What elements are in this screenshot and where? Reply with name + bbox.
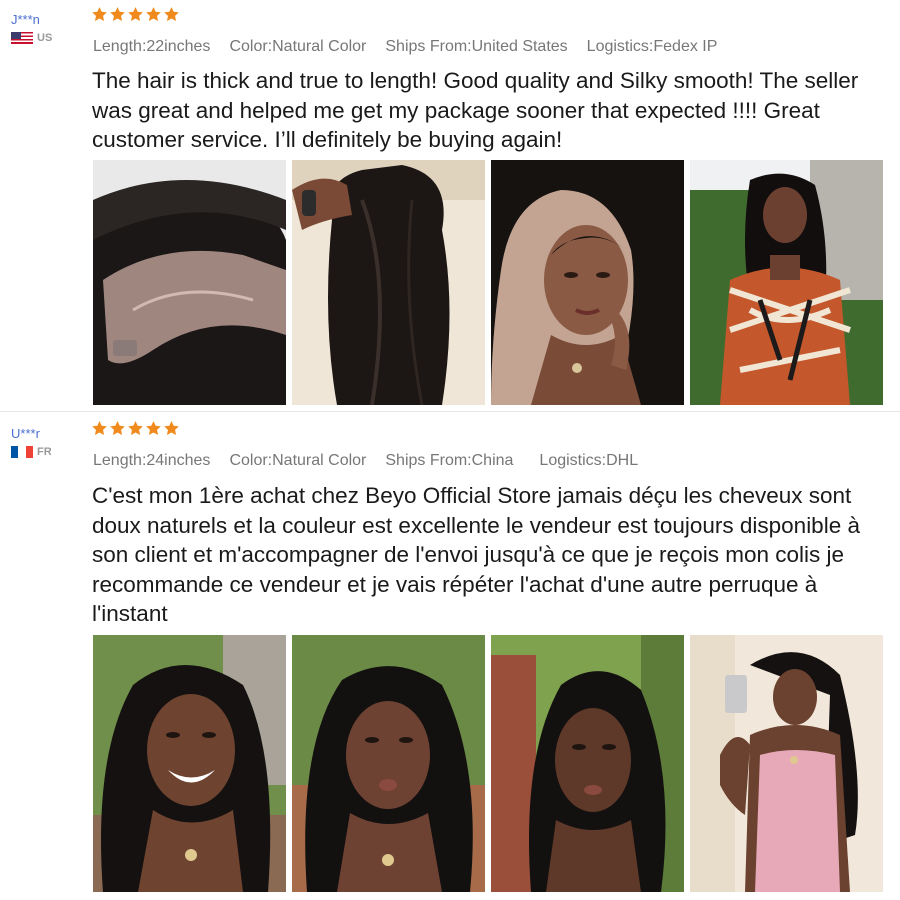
star-icon [109, 6, 126, 23]
star-icon [91, 6, 108, 23]
star-icon [109, 420, 126, 437]
reviewer-info: U***r FR [11, 426, 81, 458]
attr-color: Color:Natural Color [229, 452, 367, 469]
review-photos [93, 635, 883, 892]
star-icon [127, 6, 144, 23]
attr-length: Length:22inches [93, 38, 211, 55]
star-icon [127, 420, 144, 437]
star-rating [91, 420, 180, 437]
attr-color: Color:Natural Color [229, 38, 367, 55]
star-icon [91, 420, 108, 437]
product-attributes: Length:22inches Color:Natural Color Ship… [93, 38, 736, 56]
review-photos [93, 160, 883, 405]
star-icon [145, 6, 162, 23]
reviewer-info: J***n US [11, 12, 81, 44]
attr-ships-from: Ships From:United States [385, 38, 568, 55]
woman-smiling-photo[interactable] [93, 635, 286, 892]
attr-logistics: Logistics:DHL [539, 452, 639, 469]
reviewer-name: U***r [11, 426, 40, 441]
wig-lace-closeup-photo[interactable] [93, 160, 286, 405]
review-text: The hair is thick and true to length! Go… [92, 68, 859, 152]
country-code: FR [37, 446, 52, 458]
review-text: C'est mon 1ère achat chez Beyo Official … [92, 483, 860, 626]
attr-logistics: Logistics:Fedex IP [586, 38, 718, 55]
woman-mirror-selfie-photo[interactable] [690, 635, 883, 892]
review-divider [0, 411, 900, 412]
star-rating [91, 6, 180, 23]
star-icon [145, 420, 162, 437]
wig-bundle-held-photo[interactable] [292, 160, 485, 405]
star-icon [163, 6, 180, 23]
attr-length: Length:24inches [93, 452, 211, 469]
star-icon [163, 420, 180, 437]
review-card: U***r FR Length:24inches Color:Natural C… [0, 414, 900, 900]
woman-closeup-photo[interactable] [292, 635, 485, 892]
review-card: J***n US Length:22inches Color:Natural C… [0, 0, 900, 412]
reviewer-name: J***n [11, 12, 40, 27]
reviewer-country: FR [11, 446, 81, 458]
product-attributes: Length:24inches Color:Natural Color Ship… [93, 452, 657, 470]
woman-patterned-dress-photo[interactable] [690, 160, 883, 405]
woman-portrait-photo[interactable] [491, 160, 684, 405]
us-flag-icon [11, 32, 33, 44]
woman-outdoor-photo[interactable] [491, 635, 684, 892]
reviewer-country: US [11, 32, 81, 44]
attr-ships-from: Ships From:China [385, 452, 514, 469]
fr-flag-icon [11, 446, 33, 458]
country-code: US [37, 32, 53, 44]
